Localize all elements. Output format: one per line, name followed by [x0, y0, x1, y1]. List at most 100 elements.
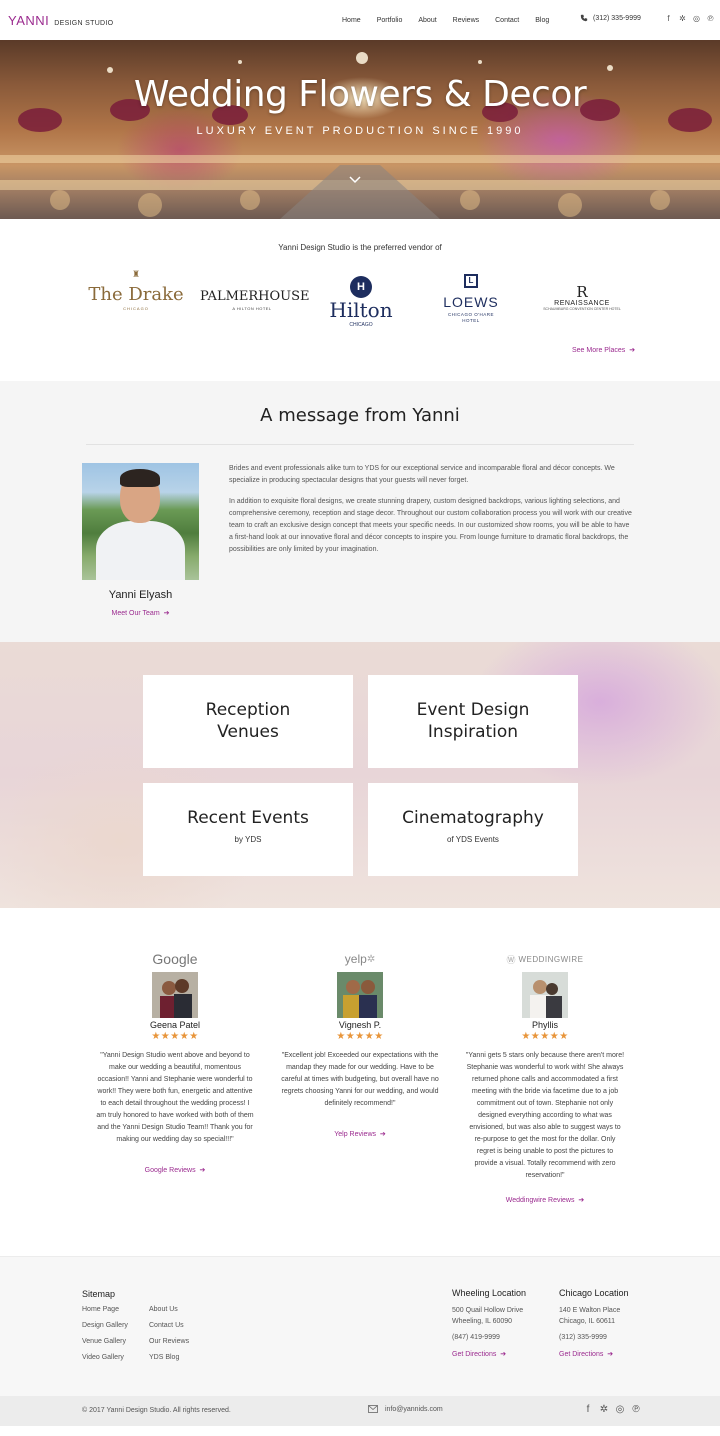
renaissance-r-icon: R: [576, 283, 588, 301]
chicago-title: Chicago Location: [559, 1288, 629, 1298]
tile-sub: of YDS Events: [447, 835, 499, 844]
tile-line1: Recent Events: [187, 808, 309, 828]
envelope-icon: [368, 1405, 378, 1413]
vendor-logo-hilton: H Hilton CHICAGO: [318, 276, 404, 328]
chicago-address1: 140 E Walton Place: [559, 1307, 621, 1314]
nav-blog[interactable]: Blog: [535, 17, 549, 24]
meet-our-team-link[interactable]: Meet Our Team ➔: [82, 609, 199, 617]
star-rating-icon: ★★★★★: [336, 1031, 384, 1042]
nav-phone-link[interactable]: (312) 335-9999: [580, 14, 641, 22]
vendor-name: Hilton: [329, 298, 393, 322]
copyright: © 2017 Yanni Design Studio. All rights r…: [82, 1407, 231, 1414]
nav-phone-number: (312) 335-9999: [593, 14, 641, 22]
weddingwire-reviews-link[interactable]: Weddingwire Reviews ➔: [465, 1196, 625, 1204]
wheeling-address1: 500 Quail Hollow Drive: [452, 1307, 524, 1314]
pinterest-icon[interactable]: ℗: [706, 14, 715, 24]
reviewer-name: Geena Patel: [149, 1020, 201, 1030]
footer-link-blog[interactable]: YDS Blog: [149, 1354, 179, 1361]
wheeling-title: Wheeling Location: [452, 1288, 527, 1298]
vendor-name: LOEWS: [443, 294, 499, 310]
vendor-name: The Drake: [88, 284, 184, 305]
nav-contact[interactable]: Contact: [495, 17, 519, 24]
yelp-reviews-link[interactable]: Yelp Reviews ➔: [280, 1130, 440, 1138]
footer-link-reviews[interactable]: Our Reviews: [149, 1338, 189, 1345]
vendor-intro: Yanni Design Studio is the preferred ven…: [278, 243, 442, 252]
vendor-sub: CHICAGO: [349, 322, 373, 328]
nav-reviews[interactable]: Reviews: [453, 17, 479, 24]
site-logo[interactable]: YANNI DESIGN STUDIO: [8, 13, 113, 28]
vendor-sub: CHICAGO O'HARE HOTEL: [447, 312, 495, 323]
review-link-label: Yelp Reviews: [334, 1131, 376, 1138]
arrow-right-icon: ➔: [197, 1167, 206, 1174]
footer-social-links: f ✲ ◎ ℗: [583, 1405, 641, 1415]
tile-cinematography[interactable]: Cinematography of YDS Events: [368, 783, 578, 876]
reviewer-photo: [152, 972, 198, 1018]
arrow-right-icon: ➔: [576, 1197, 585, 1204]
tile-reception-venues[interactable]: Reception Venues: [143, 675, 353, 768]
chicago-directions-link[interactable]: Get Directions ➔: [559, 1350, 613, 1358]
chicago-phone[interactable]: (312) 335-9999: [559, 1334, 607, 1341]
nav-home[interactable]: Home: [342, 17, 361, 24]
reviewer-name: Phyllis: [531, 1020, 558, 1030]
chevron-down-icon[interactable]: [349, 174, 361, 186]
tile-recent-events[interactable]: Recent Events by YDS: [143, 783, 353, 876]
instagram-icon[interactable]: ◎: [615, 1405, 625, 1415]
email-link[interactable]: info@yannids.com: [368, 1405, 443, 1413]
arrow-right-icon: ➔: [498, 1351, 507, 1358]
loews-mark-icon: L: [464, 274, 478, 288]
person-name: Yanni Elyash: [108, 589, 173, 601]
vendor-sub: A HILTON HOTEL: [232, 306, 272, 311]
tile-line2: Inspiration: [427, 722, 519, 742]
footer-link-contact[interactable]: Contact Us: [149, 1322, 184, 1329]
review-link-label: Google Reviews: [144, 1167, 196, 1174]
reviewer-photo: [522, 972, 568, 1018]
chicago-address2: Chicago, IL 60611: [559, 1318, 616, 1325]
wheeling-directions-link[interactable]: Get Directions ➔: [452, 1350, 506, 1358]
vendor-logo-palmerhouse: PALMERHOUSE A HILTON HOTEL: [200, 289, 310, 311]
arrow-right-icon: ➔: [605, 1351, 614, 1358]
tile-event-design-inspiration[interactable]: Event Design Inspiration: [368, 675, 578, 768]
hero-title: Wedding Flowers & Decor: [133, 74, 587, 115]
arrow-right-icon: ➔: [627, 347, 636, 354]
directions-label: Get Directions: [452, 1351, 497, 1358]
phone-icon: [580, 14, 588, 22]
review-source: WEDDINGWIRE: [518, 954, 584, 964]
wheeling-address2: Wheeling, IL 60090: [452, 1318, 513, 1325]
review-card-weddingwire: Ⓦ WEDDINGWIRE Phyllis ★★★★★ "Yanni gets …: [465, 950, 625, 1205]
vendor-name: PALMERHOUSE: [200, 289, 310, 304]
review-card-google: Google Geena Patel ★★★★★ "Yanni Design S…: [95, 950, 255, 1174]
crest-icon: ♜: [131, 270, 141, 280]
hilton-badge-icon: H: [350, 276, 372, 298]
see-more-places-link[interactable]: See More Places ➔: [572, 346, 635, 354]
review-source: Google: [152, 951, 198, 967]
footer-link-home[interactable]: Home Page: [82, 1306, 119, 1313]
vendor-sub: CHICAGO: [123, 306, 149, 311]
pinterest-icon[interactable]: ℗: [631, 1405, 641, 1415]
hero-banner: Wedding Flowers & Decor LUXURY EVENT PRO…: [0, 40, 720, 219]
yelp-icon[interactable]: ✲: [678, 14, 687, 24]
google-logo-icon: Google: [95, 950, 255, 968]
footer-link-about[interactable]: About Us: [149, 1306, 178, 1313]
facebook-icon[interactable]: f: [583, 1405, 593, 1415]
scrollbar[interactable]: [716, 0, 720, 1436]
footer-link-venue-gallery[interactable]: Venue Gallery: [82, 1338, 126, 1345]
tile-sub: by YDS: [234, 835, 262, 844]
yelp-icon[interactable]: ✲: [599, 1405, 609, 1415]
footer-link-video-gallery[interactable]: Video Gallery: [82, 1354, 124, 1361]
google-reviews-link[interactable]: Google Reviews ➔: [95, 1166, 255, 1174]
weddingwire-logo-icon: Ⓦ WEDDINGWIRE: [506, 954, 584, 965]
review-text: "Excellent job! Exceeded our expectation…: [281, 1052, 439, 1107]
facebook-icon[interactable]: f: [664, 14, 673, 24]
nav-portfolio[interactable]: Portfolio: [377, 17, 403, 24]
sitemap-title: Sitemap: [82, 1289, 116, 1299]
footer-link-design-gallery[interactable]: Design Gallery: [82, 1322, 128, 1329]
nav-about[interactable]: About: [418, 17, 436, 24]
see-more-label: See More Places: [572, 347, 626, 354]
message-paragraph-2: In addition to exquisite floral designs,…: [229, 498, 632, 553]
wheeling-phone[interactable]: (847) 419-9999: [452, 1334, 500, 1341]
top-nav: YANNI DESIGN STUDIO Home Portfolio About…: [0, 0, 720, 40]
tile-line2: Venues: [217, 722, 279, 742]
instagram-icon[interactable]: ◎: [692, 14, 701, 24]
vendor-logo-loews: L LOEWS CHICAGO O'HARE HOTEL: [432, 274, 510, 324]
message-title: A message from Yanni: [260, 405, 460, 426]
